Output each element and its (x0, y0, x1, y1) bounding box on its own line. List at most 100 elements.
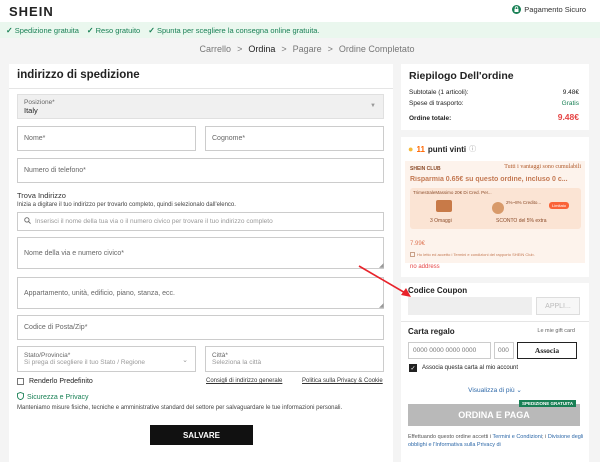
subtotal-value: 9.48€ (562, 89, 579, 96)
address-tips-link[interactable]: Consigli di indirizzo generale (206, 378, 282, 384)
club-slogan: Tutti i vantaggi sono cumulabili (504, 164, 581, 170)
promo-free-return: Reso gratuito (95, 25, 141, 35)
my-gift-cards-link[interactable]: Le mie gift card (537, 328, 575, 334)
chevron-down-icon: ⌄ (182, 357, 188, 364)
default-checkbox[interactable] (17, 378, 24, 385)
step-order: Ordina (248, 44, 276, 54)
city-select[interactable]: Città* Seleziona la città (205, 346, 384, 372)
apartment-field[interactable]: Appartamento, unità, edificio, piano, st… (17, 277, 384, 309)
order-summary-panel: Riepilogo Dell'ordine Subtotale (1 artic… (401, 64, 589, 130)
coin-icon: ● (408, 144, 414, 154)
check-icon: ✓ (86, 25, 94, 35)
last-name-field[interactable]: Cognome* (205, 126, 384, 151)
limited-badge: Limitato (549, 202, 570, 209)
club-terms-checkbox[interactable] (410, 252, 415, 257)
promo-bar: ✓ Spedizione gratuita ✓ Reso gratuito ✓ Spu… (0, 22, 600, 38)
first-name-field[interactable]: Nome* (17, 126, 196, 151)
club-terms: Ho letto ed accetto i Termini e condizio… (417, 252, 535, 257)
associate-account-row[interactable]: ✓ Associa questa carta al mio account (409, 364, 518, 372)
show-more-label: Visualizza di più (468, 387, 515, 394)
club-terms-row[interactable]: Ho letto ed accetto i Termini e condizio… (410, 252, 535, 257)
terms-link[interactable]: Termini e Condizioni (493, 434, 543, 440)
gift-card-pin-input[interactable]: 000 (494, 342, 514, 359)
check-icon: ✓ (6, 25, 13, 35)
subtotal-row: Subtotale (1 articoli): 9.48€ (409, 89, 579, 96)
total-label: Ordine totale: (409, 115, 452, 122)
legal-text: Effettuando questo ordine accetti i Term… (408, 433, 586, 450)
step-separator: > (327, 44, 333, 54)
info-icon[interactable]: ⓘ (469, 144, 476, 154)
resize-handle-icon[interactable]: ◢ (379, 302, 384, 309)
default-label: Renderlo Predefinito (29, 378, 93, 385)
street-field[interactable]: Nome della via e numero civico* (17, 237, 384, 269)
country-value: Italy (24, 105, 38, 115)
search-icon (24, 217, 31, 226)
shipping-row: Spese di trasporto: Gratis (409, 100, 579, 107)
privacy-cookie-link[interactable]: Politica sulla Privacy & Cookie (302, 378, 383, 384)
state-select[interactable]: Stato/Provincia* Si prega di scegliere i… (17, 346, 196, 372)
caret-down-icon: ▼ (370, 103, 376, 109)
check-icon[interactable]: ✓ (409, 364, 417, 372)
step-cart[interactable]: Carrello (200, 44, 232, 54)
promo-free-shipping: Spedizione gratuita (14, 25, 79, 35)
security-title-row: Sicurezza e Privacy (17, 392, 88, 402)
free-shipping-badge: SPEDIZIONE GRATUITA (519, 400, 577, 407)
club-trimestrale: TrimestraleMassimo 20€ Di Cred. Per... (413, 190, 492, 195)
payment-panel: Codice Coupon APPLI... Carta regalo Le m… (401, 283, 589, 462)
country-select[interactable]: Posizione* Italy ▼ (17, 94, 384, 119)
coupon-input[interactable] (408, 297, 532, 315)
points-club-panel: ● 11 punti vinti ⓘ SHEIN CLUB Tutti i va… (401, 137, 589, 277)
associate-account-label: Associa questa carta al mio account (422, 365, 519, 371)
associate-gift-button[interactable]: Associa (517, 342, 577, 359)
top-bar (0, 0, 600, 22)
step-separator: > (281, 44, 287, 54)
legal-prefix: Effettuando questo ordine accetti i (408, 434, 493, 440)
club-card: SHEIN CLUB Tutti i vantaggi sono cumulab… (405, 161, 585, 263)
phone-field[interactable]: Numero di telefono* (17, 158, 384, 183)
gift-box-icon (436, 200, 452, 212)
address-title: indirizzo di spedizione (17, 69, 140, 81)
points-row: ● 11 punti vinti ⓘ (408, 144, 476, 154)
show-more-link[interactable]: Visualizza di più ⌄ (401, 386, 589, 394)
city-placeholder: Seleziona la città (212, 359, 262, 366)
club-percent: 2%~8% Credito... (506, 200, 542, 205)
total-row: Ordine totale: 9.48€ (409, 112, 579, 122)
state-label: Stato/Provincia* (24, 352, 71, 359)
shipping-label: Spese di trasporto: (409, 100, 464, 107)
shein-logo[interactable]: SHEIN (9, 4, 54, 19)
club-benefits-box[interactable]: TrimestraleMassimo 20€ Di Cred. Per... 3… (410, 188, 581, 229)
country-label: Posizione* (24, 98, 55, 106)
gift-card-title: Carta regalo (408, 327, 455, 336)
divider (401, 321, 589, 322)
total-value: 9.48€ (557, 112, 579, 122)
subtotal-label: Subtotale (1 articoli): (409, 89, 469, 96)
state-placeholder: Si prega di scegliere il tuo Stato / Reg… (24, 359, 146, 366)
zip-field[interactable]: Codice di Posta/Zip* (17, 315, 384, 340)
security-title: Sicurezza e Privacy (27, 393, 89, 401)
step-separator: > (237, 44, 243, 54)
place-order-button[interactable]: ORDINA E PAGA (408, 404, 580, 426)
find-address-placeholder: Inserisci il nome della tua via o il num… (35, 218, 273, 225)
secure-payment-label: Pagamento Sicuro (524, 5, 586, 14)
apply-coupon-button[interactable]: APPLI... (536, 297, 580, 315)
club-discount: SCONTO del 5% extra (496, 218, 547, 224)
checkout-steps: Carrello > Ordina > Pagare > Ordine Comp… (0, 38, 600, 60)
city-label: Città* (212, 352, 228, 359)
club-price: 7.99€ (410, 241, 426, 247)
annotation-arrow-icon (358, 265, 411, 297)
club-name: SHEIN CLUB (410, 166, 441, 172)
club-save-text: Risparmia 0.65€ su questo ordine, inclus… (410, 176, 568, 183)
gift-card-number-input[interactable]: 0000 0000 0000 0000 (408, 342, 491, 359)
points-label: punti vinti (427, 144, 467, 154)
save-button[interactable]: SALVARE (150, 425, 253, 445)
security-text: Manteniamo misure fisiche, tecniche e am… (17, 405, 343, 411)
summary-title: Riepilogo Dell'ordine (409, 70, 514, 82)
check-icon: ✓ (148, 25, 155, 35)
divider (9, 88, 393, 89)
secure-payment-badge: Pagamento Sicuro (512, 5, 586, 14)
club-gifts: 3 Omaggi (430, 218, 452, 224)
find-address-hint: Inizia a digitare il tuo indirizzo per t… (17, 202, 236, 208)
find-address-input[interactable]: Inserisci il nome della tua via o il num… (17, 212, 384, 231)
coupon-title: Codice Coupon (408, 286, 468, 295)
default-checkbox-row[interactable]: Renderlo Predefinito (17, 378, 93, 385)
